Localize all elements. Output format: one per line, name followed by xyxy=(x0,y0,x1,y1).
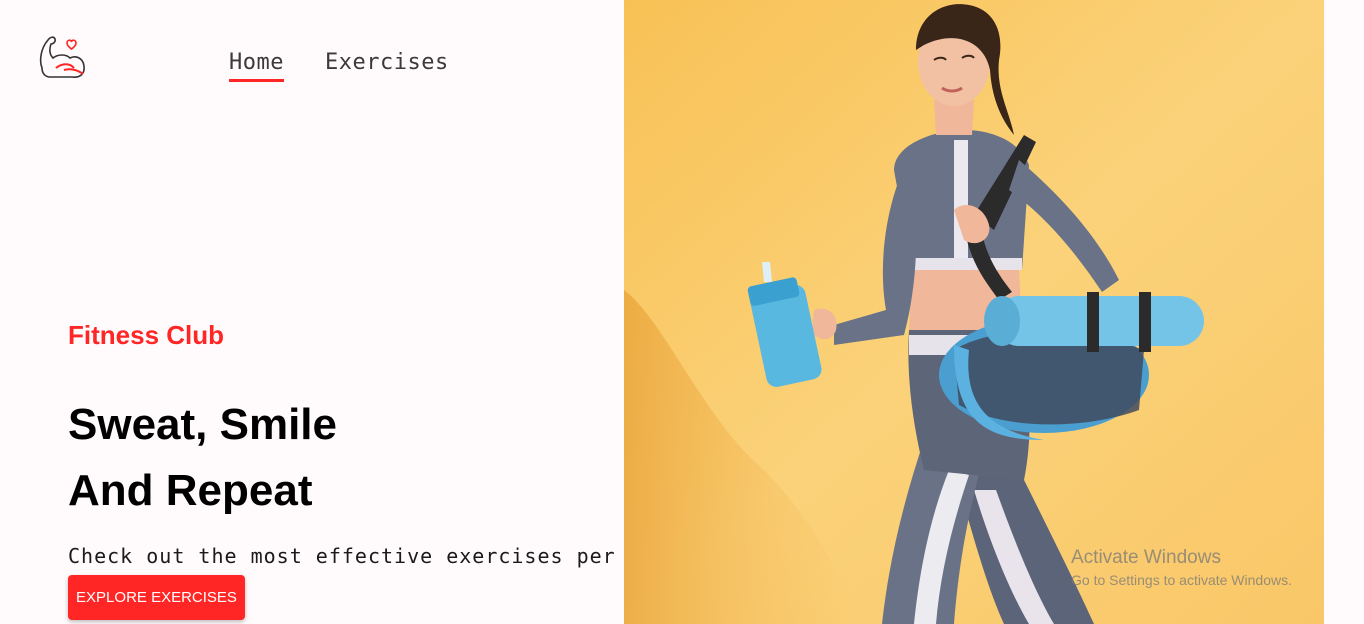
hero-headline-line2: And Repeat xyxy=(68,466,313,515)
hero-headline-line1: Sweat, Smile xyxy=(68,400,338,449)
hero-banner-image xyxy=(624,0,1324,624)
nav-home-link[interactable]: Home xyxy=(229,50,284,82)
hero-headline: Sweat, Smile And Repeat xyxy=(68,392,337,524)
hero-kicker: Fitness Club xyxy=(68,320,225,350)
nav-exercises-link[interactable]: Exercises xyxy=(325,50,449,82)
woman-walking-illustration xyxy=(624,0,1324,624)
explore-exercises-button[interactable]: EXPLORE EXERCISES xyxy=(68,575,245,620)
windows-activation-watermark: Activate Windows Go to Settings to activ… xyxy=(1071,547,1292,588)
page-margin-right xyxy=(1324,0,1364,624)
main-nav: Home Exercises xyxy=(229,50,449,82)
watermark-title: Activate Windows xyxy=(1071,547,1221,568)
logo[interactable] xyxy=(36,30,88,82)
watermark-subtitle: Go to Settings to activate Windows. xyxy=(1071,572,1292,588)
flexed-arm-heart-icon xyxy=(39,36,85,78)
explore-exercises-label: EXPLORE EXERCISES xyxy=(76,589,237,606)
hero-subtext: Check out the most effective exercises p… xyxy=(68,544,616,568)
